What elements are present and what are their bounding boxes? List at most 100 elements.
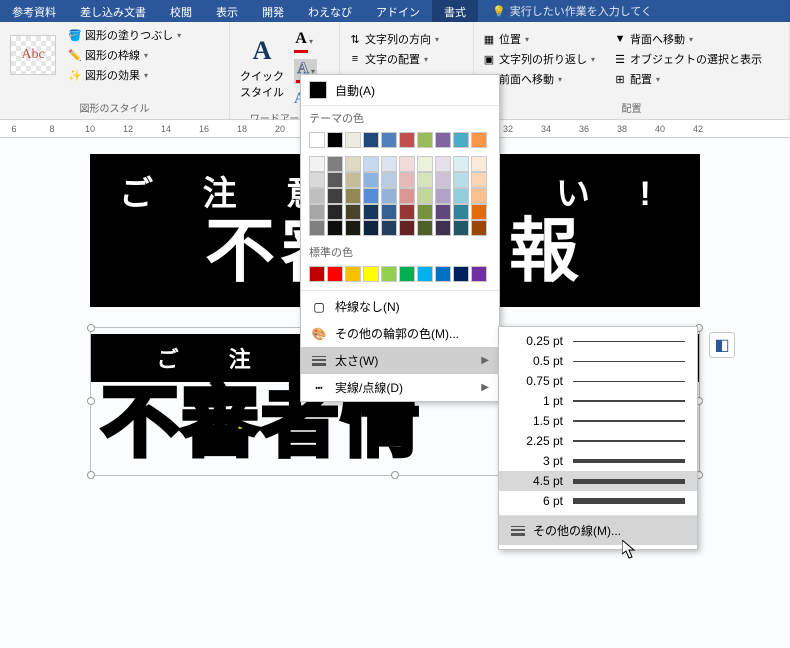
color-swatch[interactable] xyxy=(435,172,451,188)
tab-addin[interactable]: アドイン xyxy=(364,0,432,22)
color-swatch[interactable] xyxy=(453,266,469,282)
color-swatch[interactable] xyxy=(417,220,433,236)
color-swatch[interactable] xyxy=(453,172,469,188)
color-swatch[interactable] xyxy=(399,172,415,188)
tab-references[interactable]: 参考資料 xyxy=(0,0,68,22)
color-swatch[interactable] xyxy=(453,204,469,220)
position-button[interactable]: ▦位置▾ xyxy=(480,30,597,48)
resize-handle-w[interactable] xyxy=(87,397,95,405)
color-swatch[interactable] xyxy=(417,132,433,148)
weight-option[interactable]: 0.75 pt xyxy=(499,371,697,391)
color-swatch[interactable] xyxy=(345,172,361,188)
shape-style-gallery[interactable]: Abc xyxy=(6,26,60,84)
weight-option[interactable]: 3 pt xyxy=(499,451,697,471)
color-swatch[interactable] xyxy=(381,172,397,188)
color-swatch[interactable] xyxy=(327,266,343,282)
color-swatch[interactable] xyxy=(345,220,361,236)
color-swatch[interactable] xyxy=(399,188,415,204)
text-fill-button[interactable]: A▾ xyxy=(294,30,317,53)
tab-review[interactable]: 校閲 xyxy=(158,0,204,22)
color-swatch[interactable] xyxy=(363,266,379,282)
tell-me-search[interactable]: 💡実行したい作業を入力してく xyxy=(486,0,658,22)
color-swatch[interactable] xyxy=(345,132,361,148)
tab-format[interactable]: 書式 xyxy=(432,0,478,22)
color-swatch[interactable] xyxy=(345,156,361,172)
color-swatch[interactable] xyxy=(471,172,487,188)
color-swatch[interactable] xyxy=(363,204,379,220)
more-colors-row[interactable]: 🎨その他の輪郭の色(M)... xyxy=(301,320,499,347)
color-swatch[interactable] xyxy=(309,132,325,148)
color-swatch[interactable] xyxy=(327,156,343,172)
color-swatch[interactable] xyxy=(381,156,397,172)
no-outline-row[interactable]: ▢枠線なし(N) xyxy=(301,293,499,320)
color-swatch[interactable] xyxy=(327,172,343,188)
color-swatch[interactable] xyxy=(471,220,487,236)
more-lines-row[interactable]: その他の線(M)... xyxy=(499,515,697,545)
color-swatch[interactable] xyxy=(381,132,397,148)
color-swatch[interactable] xyxy=(381,220,397,236)
color-swatch[interactable] xyxy=(381,266,397,282)
color-swatch[interactable] xyxy=(453,220,469,236)
color-swatch[interactable] xyxy=(417,204,433,220)
color-swatch[interactable] xyxy=(309,266,325,282)
color-swatch[interactable] xyxy=(435,188,451,204)
tab-mailings[interactable]: 差し込み文書 xyxy=(68,0,158,22)
send-backward-button[interactable]: ▼背面へ移動▾ xyxy=(611,30,764,48)
text-direction-button[interactable]: ⇅文字列の方向▾ xyxy=(346,30,467,48)
color-swatch[interactable] xyxy=(309,188,325,204)
color-swatch[interactable] xyxy=(471,204,487,220)
color-swatch[interactable] xyxy=(363,188,379,204)
tab-custom[interactable]: わえなび xyxy=(296,0,364,22)
tab-view[interactable]: 表示 xyxy=(204,0,250,22)
color-swatch[interactable] xyxy=(417,188,433,204)
color-swatch[interactable] xyxy=(471,188,487,204)
color-swatch[interactable] xyxy=(435,132,451,148)
weight-option[interactable]: 2.25 pt xyxy=(499,431,697,451)
shape-fill-button[interactable]: 🪣図形の塗りつぶし▾ xyxy=(66,26,183,44)
color-swatch[interactable] xyxy=(453,188,469,204)
color-swatch[interactable] xyxy=(435,204,451,220)
color-swatch[interactable] xyxy=(399,220,415,236)
color-swatch[interactable] xyxy=(453,132,469,148)
weight-option[interactable]: 4.5 pt xyxy=(499,471,697,491)
color-swatch[interactable] xyxy=(471,156,487,172)
layout-options-button[interactable]: ◧ xyxy=(709,332,735,358)
quick-styles-button[interactable]: A クイック スタイル xyxy=(236,26,288,108)
color-swatch[interactable] xyxy=(345,204,361,220)
align-button[interactable]: ⊞配置▾ xyxy=(611,70,764,88)
color-swatch[interactable] xyxy=(381,204,397,220)
color-swatch[interactable] xyxy=(399,156,415,172)
color-swatch[interactable] xyxy=(471,266,487,282)
resize-handle-s[interactable] xyxy=(391,471,399,479)
color-swatch[interactable] xyxy=(309,156,325,172)
color-swatch[interactable] xyxy=(363,220,379,236)
color-swatch[interactable] xyxy=(453,156,469,172)
color-swatch[interactable] xyxy=(399,204,415,220)
selection-pane-button[interactable]: ☰オブジェクトの選択と表示 xyxy=(611,50,764,68)
weight-option[interactable]: 1.5 pt xyxy=(499,411,697,431)
resize-handle-sw[interactable] xyxy=(87,471,95,479)
color-swatch[interactable] xyxy=(309,172,325,188)
color-swatch[interactable] xyxy=(345,188,361,204)
color-swatch[interactable] xyxy=(435,266,451,282)
weight-option[interactable]: 1 pt xyxy=(499,391,697,411)
shape-outline-button[interactable]: ✏️図形の枠線▾ xyxy=(66,46,183,64)
color-swatch[interactable] xyxy=(309,204,325,220)
color-swatch[interactable] xyxy=(327,204,343,220)
color-swatch[interactable] xyxy=(417,156,433,172)
color-swatch[interactable] xyxy=(471,132,487,148)
color-swatch[interactable] xyxy=(381,188,397,204)
color-swatch[interactable] xyxy=(363,172,379,188)
color-swatch[interactable] xyxy=(435,156,451,172)
color-swatch[interactable] xyxy=(327,188,343,204)
weight-row[interactable]: 太さ(W)▶ xyxy=(301,347,499,374)
color-swatch[interactable] xyxy=(399,266,415,282)
weight-option[interactable]: 0.5 pt xyxy=(499,351,697,371)
shape-effects-button[interactable]: ✨図形の効果▾ xyxy=(66,66,183,84)
weight-option[interactable]: 0.25 pt xyxy=(499,331,697,351)
color-swatch[interactable] xyxy=(309,220,325,236)
color-swatch[interactable] xyxy=(399,132,415,148)
outline-auto-row[interactable]: 自動(A) xyxy=(301,75,499,106)
color-swatch[interactable] xyxy=(327,132,343,148)
color-swatch[interactable] xyxy=(345,266,361,282)
